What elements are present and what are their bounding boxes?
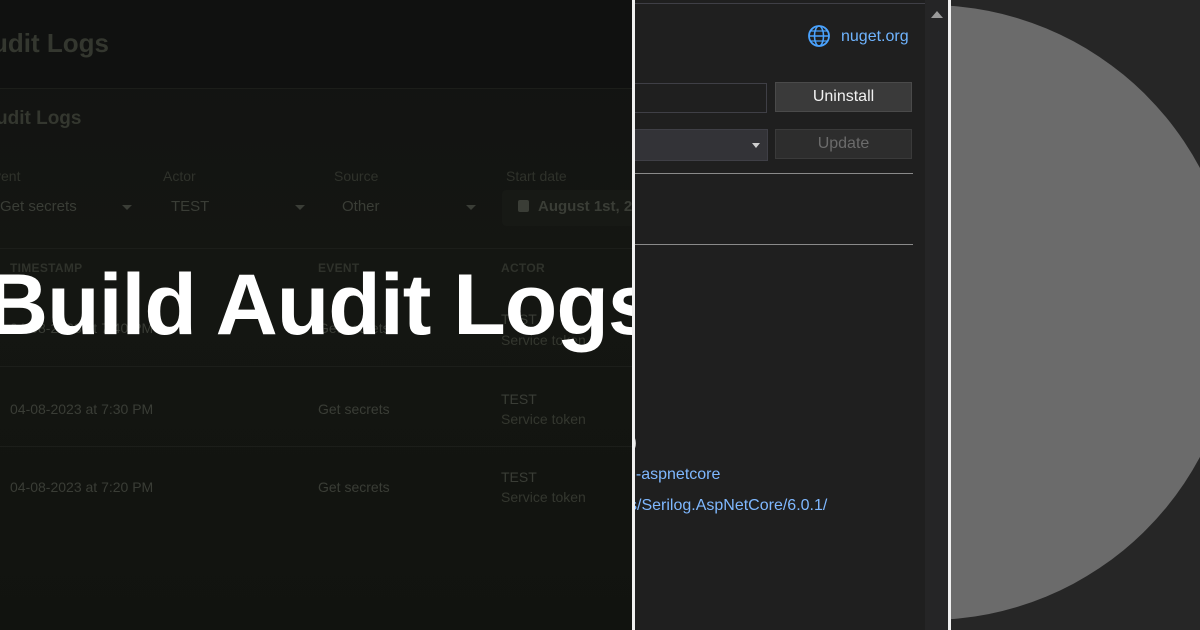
row-event: Get secrets bbox=[318, 479, 390, 495]
version-dropdown[interactable] bbox=[635, 129, 768, 161]
calendar-icon bbox=[518, 200, 529, 212]
header-divider bbox=[0, 88, 632, 89]
row-actor: TEST bbox=[501, 469, 537, 485]
scroll-up-arrow-icon[interactable] bbox=[931, 11, 943, 18]
nuget-package-details-pane: nuget.org Uninstall Update ) g-aspnetcor… bbox=[635, 0, 948, 630]
start-date-value: August 1st, 20 bbox=[538, 198, 632, 215]
section-divider bbox=[635, 173, 913, 174]
globe-icon bbox=[808, 25, 830, 47]
pane-top-border bbox=[635, 3, 948, 4]
event-filter-select[interactable]: Get secrets bbox=[0, 198, 77, 215]
row-divider bbox=[0, 446, 632, 447]
row-actor: TEST bbox=[501, 391, 537, 407]
uninstall-button[interactable]: Uninstall bbox=[775, 82, 912, 112]
row-event: Get secrets bbox=[318, 401, 390, 417]
section-divider bbox=[635, 244, 913, 245]
chevron-down-icon bbox=[466, 205, 476, 210]
source-filter-select[interactable]: Other bbox=[342, 198, 380, 215]
package-url-link[interactable]: s/Serilog.AspNetCore/6.0.1/ bbox=[635, 497, 827, 515]
project-url-link[interactable]: g-aspnetcore bbox=[635, 466, 720, 484]
row-divider bbox=[0, 366, 632, 367]
row-timestamp: 04-08-2023 at 7:30 PM bbox=[10, 401, 154, 417]
update-button[interactable]: Update bbox=[775, 129, 912, 159]
row-actor-type: Service token bbox=[501, 489, 586, 505]
audit-logs-app: udit Logs udit Logs vent Get secrets Act… bbox=[0, 0, 632, 630]
actor-filter-select[interactable]: TEST bbox=[171, 198, 209, 215]
event-filter-label: vent bbox=[0, 168, 21, 184]
package-source-link[interactable]: nuget.org bbox=[841, 28, 909, 46]
hero-title: Build Audit Logs bbox=[0, 257, 632, 353]
decorative-circle bbox=[951, 5, 1200, 620]
vertical-scrollbar[interactable] bbox=[925, 0, 948, 630]
text-fragment: ) bbox=[635, 432, 637, 453]
chevron-down-icon bbox=[295, 205, 305, 210]
chevron-down-icon bbox=[122, 205, 132, 210]
chevron-down-icon bbox=[752, 143, 760, 148]
installed-version-field[interactable] bbox=[635, 83, 767, 113]
table-top-divider bbox=[0, 248, 632, 249]
decorative-panel bbox=[951, 0, 1200, 630]
start-date-label: Start date bbox=[506, 168, 567, 184]
row-timestamp: 04-08-2023 at 7:20 PM bbox=[10, 479, 154, 495]
section-title: udit Logs bbox=[0, 108, 82, 129]
actor-filter-label: Actor bbox=[163, 168, 196, 184]
row-actor-type: Service token bbox=[501, 411, 586, 427]
source-filter-label: Source bbox=[334, 168, 379, 184]
app-title: udit Logs bbox=[0, 28, 109, 58]
